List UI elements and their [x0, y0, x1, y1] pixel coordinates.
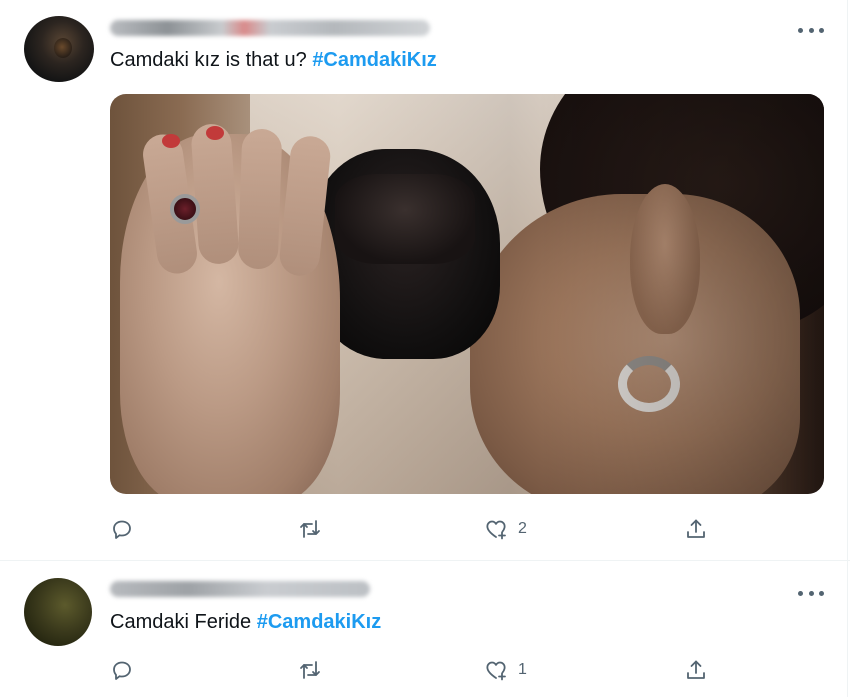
reply-button[interactable]	[110, 514, 134, 544]
tweet-text: Camdaki Feride #CamdakiKız	[110, 610, 381, 634]
like-count: 2	[518, 520, 527, 537]
more-dot	[819, 27, 824, 33]
like-count: 1	[518, 661, 527, 678]
more-options-button[interactable]	[798, 589, 824, 597]
tweet-actions: 2	[0, 514, 850, 544]
tweet[interactable]: Camdaki kız is that u? #CamdakiKız 2	[0, 0, 850, 560]
share-icon	[687, 519, 705, 538]
blurred-username	[110, 581, 370, 597]
hashtag-link[interactable]: #CamdakiKız	[257, 611, 382, 633]
tweet-text-body: Camdaki Feride	[110, 611, 257, 633]
more-dot	[798, 590, 803, 596]
more-dot	[819, 590, 824, 596]
like-icon	[486, 520, 506, 540]
tweet-media-image[interactable]	[110, 94, 824, 494]
share-icon	[687, 660, 705, 679]
image-shade	[110, 94, 824, 494]
retweet-button[interactable]	[298, 655, 322, 685]
like-button[interactable]: 2	[484, 514, 527, 544]
retweet-button[interactable]	[298, 514, 322, 544]
share-button[interactable]	[684, 514, 708, 544]
retweet-icon	[300, 661, 320, 679]
tweet-text: Camdaki kız is that u? #CamdakiKız	[110, 48, 437, 72]
more-options-button[interactable]	[798, 26, 824, 34]
more-dot	[808, 590, 814, 596]
timeline: Camdaki kız is that u? #CamdakiKız 2 Cam…	[0, 0, 850, 697]
like-button[interactable]: 1	[484, 655, 527, 685]
reply-icon	[113, 520, 131, 539]
hashtag-link[interactable]: #CamdakiKız	[312, 49, 437, 71]
more-dot	[798, 27, 803, 33]
retweet-icon	[300, 520, 320, 538]
share-button[interactable]	[684, 655, 708, 685]
blurred-username	[110, 20, 430, 36]
reply-icon	[113, 661, 131, 680]
tweet-actions: 1	[0, 655, 850, 685]
like-icon	[486, 661, 506, 681]
avatar[interactable]	[24, 16, 94, 82]
tweet[interactable]: Camdaki Feride #CamdakiKız 1	[0, 561, 850, 697]
timeline-border	[847, 0, 848, 697]
reply-button[interactable]	[110, 655, 134, 685]
tweet-text-body: Camdaki kız is that u?	[110, 49, 313, 71]
avatar[interactable]	[24, 578, 92, 646]
more-dot	[808, 27, 814, 33]
